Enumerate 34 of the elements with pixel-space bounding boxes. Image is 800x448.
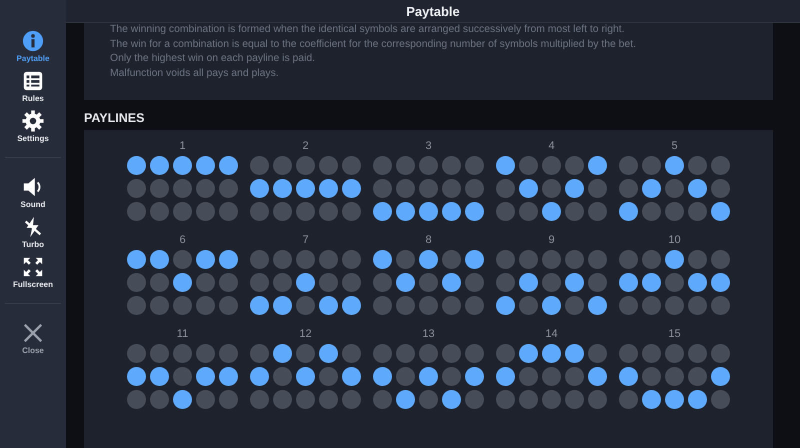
rule-text: Only the highest win on each payline is paid.	[110, 52, 316, 66]
section-heading: PAYLINES	[84, 111, 146, 125]
fullscreen-icon	[22, 256, 44, 278]
close-icon	[22, 322, 44, 344]
window-title: Paytable	[406, 4, 460, 18]
sidebar-item[interactable]: Turbo	[3, 216, 63, 249]
rule-text: The winning combination is formed when the identical symbols are arranged successively from most left to right.	[110, 23, 626, 37]
payline-number: 13	[422, 328, 435, 340]
payline-number: 2	[302, 140, 309, 152]
payline-number: 3	[425, 140, 432, 152]
payline-number: 9	[548, 234, 555, 246]
payline-number: 10	[668, 234, 681, 246]
info-icon	[22, 30, 44, 52]
payline-number: 15	[668, 328, 681, 340]
sidebar-item[interactable]: Rules	[3, 70, 63, 103]
payline-number: 6	[179, 234, 186, 246]
sidebar-item[interactable]: Sound	[3, 176, 63, 209]
payline-number: 12	[299, 328, 312, 340]
payline-number: 14	[545, 328, 558, 340]
payline-number: 5	[671, 140, 678, 152]
sidebar-item[interactable]: Settings	[3, 110, 63, 143]
sidebar-item[interactable]: Paytable	[3, 30, 63, 63]
rule-text: The win for a combination is equal to the coefficient for the corresponding number of symbols multiplied by the bet.	[110, 38, 637, 52]
settings-icon	[22, 110, 44, 132]
payline-number: 11	[176, 328, 188, 340]
list-icon	[22, 70, 44, 92]
rule-text: Malfunction voids all pays and plays.	[110, 66, 280, 80]
lightning-icon	[22, 216, 44, 238]
payline-number: 4	[548, 140, 555, 152]
sidebar-item[interactable]: Fullscreen	[3, 256, 63, 289]
payline-number: 1	[179, 140, 186, 152]
payline-number: 8	[425, 234, 432, 246]
sidebar-item[interactable]: Close	[3, 322, 63, 355]
payline-number: 7	[302, 234, 309, 246]
